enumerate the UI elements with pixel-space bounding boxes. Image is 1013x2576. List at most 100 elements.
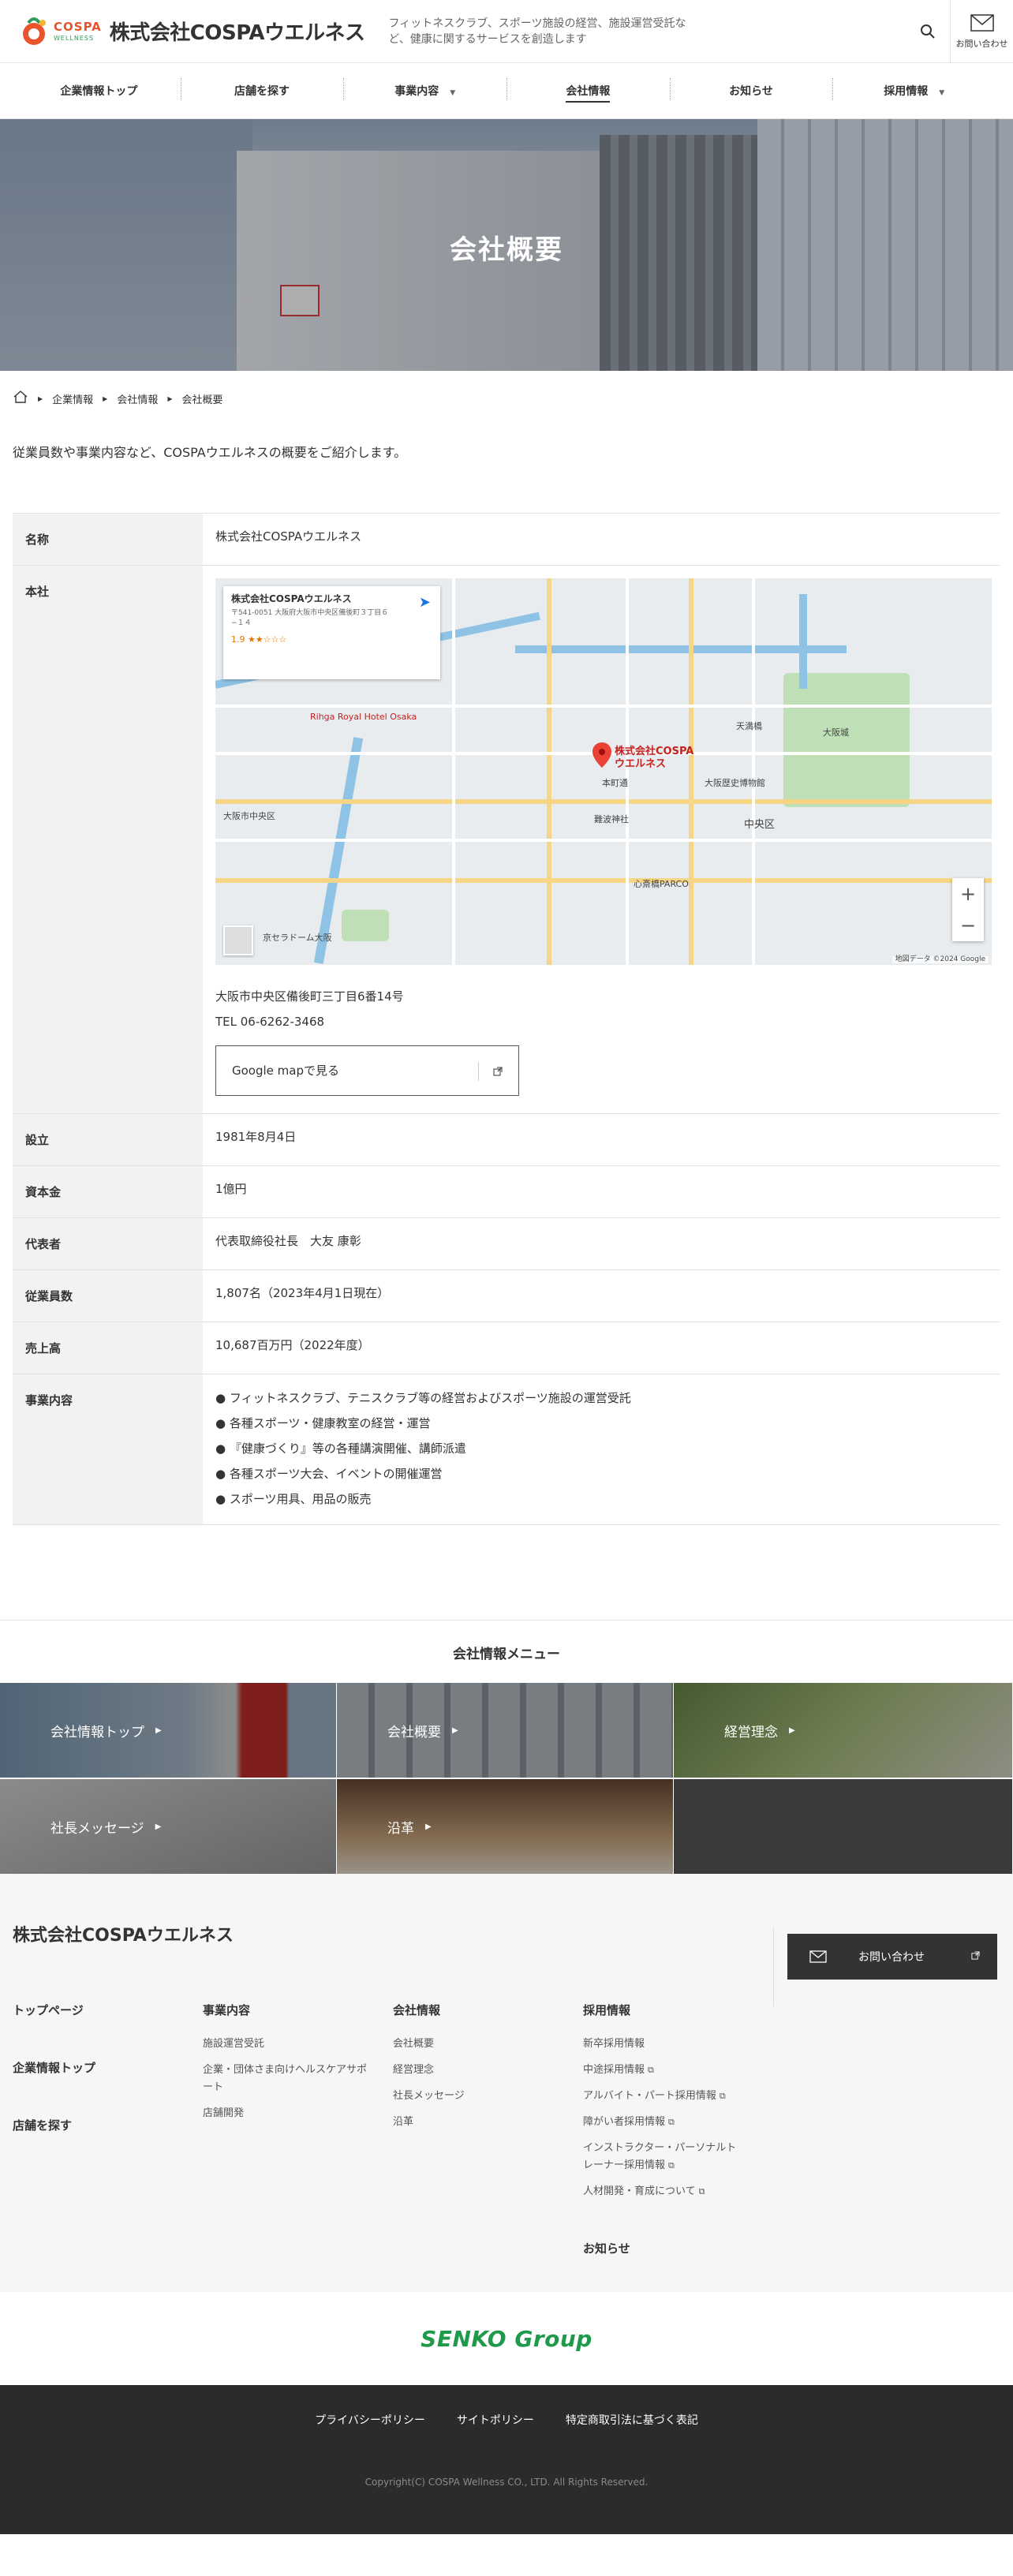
- footer-link[interactable]: 新卒採用情報: [583, 2036, 746, 2053]
- site-logo[interactable]: COSPA WELLNESS 株式会社COSPAウエルネス: [17, 15, 365, 48]
- map-road: [215, 705, 992, 708]
- menu-tile-history[interactable]: 沿革 ▶: [337, 1779, 674, 1874]
- footer-link[interactable]: 会社概要: [393, 2036, 564, 2053]
- list-item: ● スポーツ用具、用品の販売: [215, 1492, 372, 1506]
- footer-col-heading[interactable]: 採用情報: [583, 2002, 746, 2018]
- header-contact-button[interactable]: お問い合わせ: [950, 0, 1013, 63]
- map-label: 京セラドーム大阪: [263, 933, 332, 943]
- row-heading: 売上高: [13, 1322, 203, 1374]
- footer-link[interactable]: 店舗開発: [203, 2105, 374, 2122]
- home-icon[interactable]: [13, 390, 28, 407]
- menu-tile-overview[interactable]: 会社概要 ▶: [337, 1683, 674, 1778]
- map-zoom-control: + −: [952, 878, 984, 941]
- map-card-address: 〒541-0051 大阪府大阪市中央区備後町３丁目６−１４: [231, 609, 389, 627]
- footer-link[interactable]: 企業・団体さま向けヘルスケアサポート: [203, 2062, 374, 2096]
- breadcrumb-separator-icon: ▶: [103, 394, 108, 402]
- senko-group-logo[interactable]: SENKO Group: [421, 2326, 592, 2352]
- row-heading: 資本金: [13, 1166, 203, 1217]
- privacy-policy-link[interactable]: プライバシーポリシー: [315, 2412, 425, 2428]
- footer-link-news[interactable]: お知らせ: [583, 2240, 746, 2256]
- footer-divider: [773, 1927, 774, 2006]
- nav-item-recruit[interactable]: 採用情報 ▼: [832, 78, 996, 100]
- nav-item-corporate-top[interactable]: 企業情報トップ: [17, 83, 181, 99]
- footer-link[interactable]: 社長メッセージ: [393, 2088, 564, 2105]
- footer-contact-label: お問い合わせ: [858, 1951, 925, 1964]
- table-row: 事業内容 ● フィットネスクラブ、テニスクラブ等の経営およびスポーツ施設の運営受…: [13, 1374, 1000, 1525]
- map-road: [689, 578, 693, 965]
- zoom-in-icon[interactable]: +: [960, 884, 976, 903]
- map-layer-toggle[interactable]: [223, 925, 253, 955]
- zoom-out-icon[interactable]: −: [960, 916, 976, 935]
- footer-col-heading[interactable]: 会社情報: [393, 2002, 564, 2018]
- arrow-right-icon: ▶: [425, 1822, 432, 1831]
- menu-tile-philosophy[interactable]: 経営理念 ▶: [674, 1683, 1013, 1778]
- footer-col: 採用情報 新卒採用情報 中途採用情報 ⧉ アルバイト・パート採用情報 ⧉ 障がい者採…: [583, 2002, 764, 2256]
- row-value: 大阪市中央区 中央区 天満橋 大阪城 本町通 心斎橋PARCO Rihga Ro…: [203, 566, 1004, 1113]
- table-row: 資本金 1億円: [13, 1166, 1000, 1218]
- nav-item-find-store[interactable]: 店舗を探す: [180, 78, 344, 100]
- site-header: COSPA WELLNESS 株式会社COSPAウエルネス フィットネスクラブ、…: [0, 0, 1013, 63]
- row-value: 株式会社COSPAウエルネス: [215, 529, 362, 544]
- search-icon: [921, 24, 935, 39]
- external-link-icon: ⧉: [648, 2065, 654, 2075]
- footer-link-corporate[interactable]: 企業情報トップ: [13, 2059, 184, 2076]
- map-copyright: 地図データ ©2024 Google: [892, 956, 989, 963]
- footer-link[interactable]: アルバイト・パート採用情報 ⧉: [583, 2088, 746, 2105]
- nav-item-business[interactable]: 事業内容 ▼: [343, 78, 506, 100]
- footer-link-stores[interactable]: 店舗を探す: [13, 2117, 184, 2133]
- footer-link[interactable]: 沿革: [393, 2114, 564, 2131]
- menu-tile-company-top[interactable]: 会社情報トップ ▶: [0, 1683, 337, 1778]
- nav-label: 会社情報: [566, 85, 611, 103]
- map-card-rating: 1.9 ★★☆☆☆: [231, 634, 287, 645]
- mail-icon: [809, 1950, 827, 1963]
- table-row: 本社 大阪市中央区 中央区 天満橋 大阪城 本町通 心斎橋PARCO Rihga…: [13, 566, 1000, 1114]
- google-map[interactable]: 大阪市中央区 中央区 天満橋 大阪城 本町通 心斎橋PARCO Rihga Ro…: [215, 578, 992, 965]
- footer-col-heading[interactable]: 事業内容: [203, 2002, 374, 2018]
- table-row: 売上高 10,687百万円（2022年度）: [13, 1322, 1000, 1374]
- mail-icon: [970, 14, 994, 32]
- global-nav: 企業情報トップ 店舗を探す 事業内容 ▼ 会社情報 お知らせ 採用情報 ▼: [0, 63, 1013, 119]
- company-info-table: 名称 株式会社COSPAウエルネス 本社 大阪市中央区 中央区 天満橋 大阪城 …: [13, 513, 1000, 1525]
- breadcrumb-current: 会社概要: [181, 394, 223, 406]
- map-park: [783, 673, 910, 807]
- footer-link-top[interactable]: トップページ: [13, 2002, 184, 2018]
- row-value: 代表取締役社長 大友 康彰: [215, 1234, 361, 1248]
- logo-wordmark: COSPA WELLNESS: [54, 21, 102, 42]
- commerce-law-link[interactable]: 特定商取引法に基づく表記: [566, 2412, 698, 2428]
- footer-link[interactable]: 中途採用情報 ⧉: [583, 2062, 746, 2079]
- search-button[interactable]: [915, 19, 940, 44]
- menu-tile-label: 会社情報トップ: [50, 1724, 144, 1740]
- directions-icon[interactable]: ➤: [419, 596, 431, 610]
- google-map-button[interactable]: Google mapで見る: [215, 1045, 519, 1096]
- nav-item-company[interactable]: 会社情報: [506, 78, 670, 103]
- company-menu-grid: 会社情報トップ ▶ 会社概要 ▶ 経営理念 ▶ 社長メッセージ ▶ 沿革 ▶: [0, 1683, 1013, 1874]
- nav-label: お知らせ: [729, 85, 773, 98]
- breadcrumb-item[interactable]: 企業情報: [52, 391, 93, 406]
- footer-col: トップページ 企業情報トップ 店舗を探す: [13, 2002, 203, 2256]
- lead-text: 従業員数や事業内容など、COSPAウエルネスの概要をご紹介します。: [13, 445, 407, 460]
- menu-tile-empty: [674, 1779, 1013, 1874]
- arrow-right-icon: ▶: [789, 1725, 795, 1735]
- footer-contact-button[interactable]: お問い合わせ: [787, 1934, 997, 1980]
- nav-label: 企業情報トップ: [60, 85, 138, 98]
- nav-item-news[interactable]: お知らせ: [669, 78, 833, 100]
- footer-link[interactable]: 人材開発・育成について ⧉: [583, 2183, 746, 2200]
- hq-tel: TEL 06-6262-3468: [215, 1015, 325, 1029]
- company-name: 株式会社COSPAウエルネス: [109, 21, 365, 45]
- map-pin-icon[interactable]: [592, 742, 611, 768]
- site-policy-link[interactable]: サイトポリシー: [457, 2412, 534, 2428]
- map-card-title: 株式会社COSPAウエルネス: [231, 593, 352, 604]
- map-info-card: 株式会社COSPAウエルネス 〒541-0051 大阪府大阪市中央区備後町３丁目…: [223, 586, 440, 679]
- footer-link[interactable]: インストラクター・パーソナルトレーナー採用情報 ⧉: [583, 2140, 746, 2174]
- external-link-icon: ⧉: [719, 2091, 726, 2101]
- footer-link[interactable]: 経営理念: [393, 2062, 564, 2079]
- legal-links: プライバシーポリシー サイトポリシー 特定商取引法に基づく表記: [0, 2412, 1013, 2428]
- company-menu: 会社情報メニュー 会社情報トップ ▶ 会社概要 ▶ 経営理念 ▶ 社長メッセージ ▶ 沿…: [0, 1620, 1013, 1874]
- menu-tile-label: 沿革: [387, 1820, 414, 1837]
- map-river: [515, 645, 847, 653]
- hq-address: 大阪市中央区備後町三丁目6番14号: [215, 989, 404, 1004]
- menu-tile-message[interactable]: 社長メッセージ ▶: [0, 1779, 337, 1874]
- footer-link[interactable]: 障がい者採用情報 ⧉: [583, 2114, 746, 2131]
- breadcrumb-item[interactable]: 会社情報: [117, 391, 158, 406]
- footer-link[interactable]: 施設運営受託: [203, 2036, 374, 2053]
